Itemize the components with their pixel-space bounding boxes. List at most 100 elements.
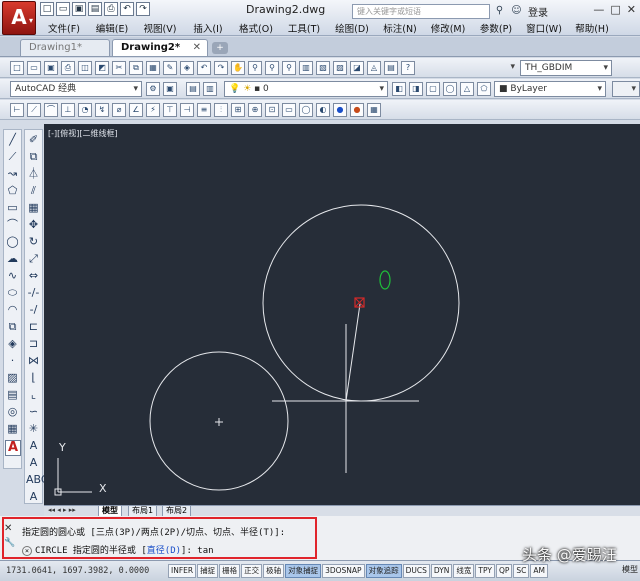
shade-conceptual-icon[interactable]: ● [350,103,364,117]
palettes-icon[interactable]: ▨ [333,61,347,75]
dim-baseline-icon[interactable]: ⊤ [163,103,177,117]
mirror-icon[interactable]: ⏃ [26,166,41,181]
line-icon[interactable]: ╱ [5,132,20,147]
designcenter-icon[interactable]: ▧ [316,61,330,75]
shade-wire-icon[interactable]: ◯ [299,103,313,117]
zoom-window-icon[interactable]: ⚲ [265,61,279,75]
scale-icon[interactable]: ⤢ [26,251,41,266]
toggle-polar[interactable]: 极轴 [263,564,285,578]
menu-view[interactable]: 视图(V) [136,20,184,36]
search-input[interactable]: 键入关键字或短语 [352,4,490,19]
minimize-button[interactable]: — [593,3,604,16]
tolerance-icon[interactable]: ⊞ [231,103,245,117]
table-icon[interactable]: ▦ [5,421,20,436]
text-style-icon[interactable]: A [26,455,41,470]
menu-format[interactable]: 格式(O) [232,20,280,36]
toggle-otrack[interactable]: 对象追踪 [365,564,402,578]
redo-icon[interactable]: ↷ [136,2,150,16]
offset-icon[interactable]: ⫽ [26,183,41,198]
save-icon[interactable]: ▣ [72,2,86,16]
hatch-icon[interactable]: ▨ [5,370,20,385]
dim-radius-icon[interactable]: ◔ [78,103,92,117]
calc-icon[interactable]: ▤ [384,61,398,75]
join-icon[interactable]: ⋈ [26,353,41,368]
menu-tools[interactable]: 工具(T) [280,20,328,36]
copy-icon[interactable]: ⧉ [26,149,41,164]
close-icon[interactable]: ✕ [4,522,15,536]
rectangle-icon[interactable]: ▭ [5,200,20,215]
gradient-icon[interactable]: ▤ [5,387,20,402]
polygon-icon[interactable]: ⬠ [477,82,491,96]
layer-select[interactable]: 💡 ☀ ▪ 0 [224,81,388,97]
layer-current-icon[interactable]: ◧ [392,82,406,96]
open-icon[interactable]: ▭ [27,61,41,75]
rect-icon[interactable]: ▢ [426,82,440,96]
menu-edit[interactable]: 编辑(E) [88,20,136,36]
close-button[interactable]: ✕ [627,3,636,16]
save-icon[interactable]: ▣ [44,61,58,75]
menu-draw[interactable]: 绘图(D) [328,20,376,36]
make-block-icon[interactable]: ◈ [5,336,20,351]
binoculars-icon[interactable]: ⚲ [493,4,506,17]
toggle-osnap[interactable]: 对象捕捉 [285,564,322,578]
dim-quick-icon[interactable]: ⚡ [146,103,160,117]
close-tab-icon[interactable]: ✕ [193,42,201,53]
menu-modify[interactable]: 修改(M) [424,20,472,36]
linetype-select[interactable] [612,81,640,97]
dim-break-icon[interactable]: ⫶ [214,103,228,117]
layer-previous-icon[interactable]: ◨ [409,82,423,96]
undo-icon[interactable]: ↶ [197,61,211,75]
undo-icon[interactable]: ↶ [120,2,134,16]
menu-file[interactable]: 文件(F) [40,20,88,36]
toggle-qp[interactable]: QP [495,564,513,578]
dim-jogged-icon[interactable]: ↯ [95,103,109,117]
toggle-infer[interactable]: INFER [168,564,197,578]
gear-icon[interactable]: ⚙ [146,82,160,96]
dim-continue-icon[interactable]: ⊣ [180,103,194,117]
spell-icon[interactable]: A [26,489,41,504]
chamfer-icon[interactable]: ⌊ [26,370,41,385]
toggle-dyn[interactable]: DYN [430,564,453,578]
markup-icon[interactable]: ◬ [367,61,381,75]
multiline-text-icon[interactable]: A [5,440,21,456]
workspace-save-icon[interactable]: ▣ [163,82,177,96]
toggle-3dosnap[interactable]: 3DOSNAP [322,564,365,578]
polyline-icon[interactable]: ↝ [5,166,20,181]
tab-drawing2[interactable]: Drawing2* ✕ [112,39,208,56]
dim-aligned-icon[interactable]: ⟋ [27,103,41,117]
break-point-icon[interactable]: ⊏ [26,319,41,334]
block-icon[interactable]: ◈ [180,61,194,75]
help-icon[interactable]: ? [401,61,415,75]
drawing-canvas[interactable]: [-][俯视][二维线框] Y X [44,124,640,505]
stretch-icon[interactable]: ⇔ [26,268,41,283]
open-icon[interactable]: ▭ [56,2,70,16]
tab-drawing1[interactable]: Drawing1* [20,39,110,56]
ellipse-icon[interactable]: ⬭ [5,285,20,300]
diameter-option[interactable]: 直径(D) [147,546,181,556]
print-icon[interactable]: ⎙ [104,2,118,16]
menu-help[interactable]: 帮助(H) [568,20,616,36]
fillet-icon[interactable]: ⌞ [26,387,41,402]
application-menu-button[interactable]: A [2,1,36,36]
region-icon[interactable]: ◎ [5,404,20,419]
ellipse-arc-icon[interactable]: ◠ [5,302,20,317]
dim-style-select[interactable]: TH_GBDIM [520,60,612,76]
dim-arc-icon[interactable]: ⌒ [44,103,58,117]
array-icon[interactable]: ▦ [26,200,41,215]
inspect-icon[interactable]: ⊡ [265,103,279,117]
menu-dimension[interactable]: 标注(N) [376,20,424,36]
publish-icon[interactable]: ◩ [95,61,109,75]
spline-icon[interactable]: ∿ [5,268,20,283]
workspace-select[interactable]: AutoCAD 经典 [10,81,142,97]
saveas-icon[interactable]: ▤ [88,2,102,16]
preview-icon[interactable]: ◫ [78,61,92,75]
blend-icon[interactable]: ∽ [26,404,41,419]
text-icon[interactable]: A [26,438,41,453]
new-tab-button[interactable]: + [212,42,228,54]
zoom-icon[interactable]: ⚲ [248,61,262,75]
paste-icon[interactable]: ▦ [146,61,160,75]
erase-icon[interactable]: ✐ [26,132,41,147]
model-space-label[interactable]: 模型 [622,564,638,575]
point-icon[interactable]: · [5,353,20,368]
shade-2d-icon[interactable]: ▭ [282,103,296,117]
